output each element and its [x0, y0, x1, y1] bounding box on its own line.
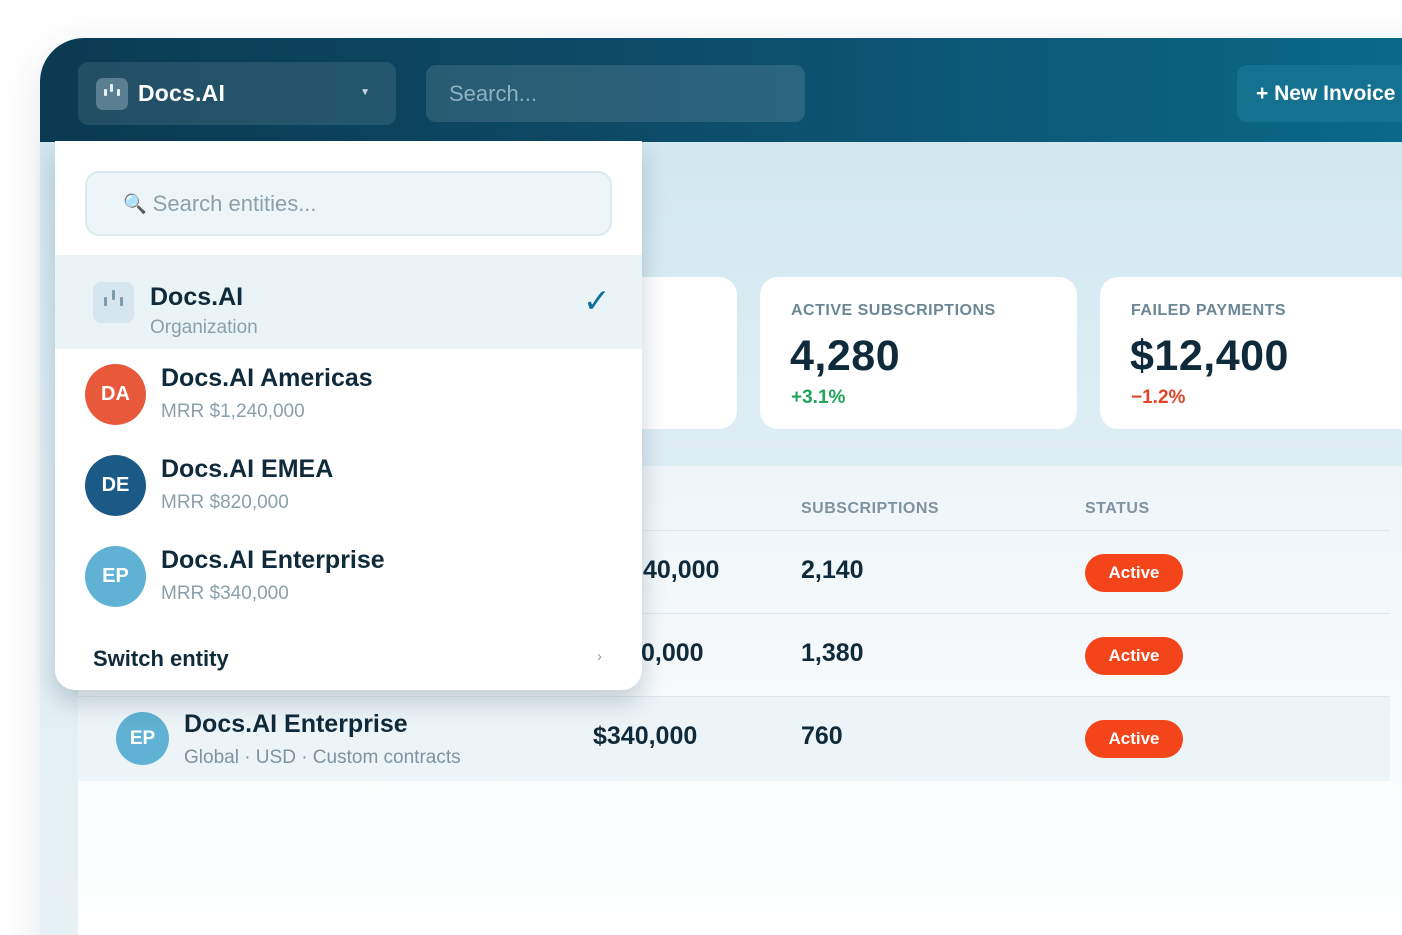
table-cell-subscriptions: 1,380	[801, 639, 864, 667]
entity-mrr: MRR $340,000	[161, 583, 289, 604]
entity-search: 🔍	[85, 171, 612, 236]
status-badge: Active	[1085, 554, 1183, 592]
table-cell-subscriptions: 760	[801, 722, 843, 750]
column-header-subscriptions: SUBSCRIPTIONS	[801, 500, 940, 517]
status-badge: Active	[1085, 720, 1183, 758]
table-cell-mrr: 0,000	[641, 639, 704, 667]
table-cell-details: Global · USD · Custom contracts	[184, 747, 461, 768]
check-icon: ✓	[583, 282, 611, 319]
metric-value: 4,280	[790, 332, 901, 380]
entity-option-selected[interactable]: Docs.AI Organization ✓	[55, 255, 642, 349]
avatar: EP	[85, 546, 146, 607]
avatar: DA	[85, 364, 146, 425]
avatar: EP	[116, 712, 169, 765]
chevron-down-icon: ▼	[360, 87, 370, 98]
entity-option-americas[interactable]: DA Docs.AI Americas MRR $1,240,000	[55, 350, 642, 441]
top-bar: Docs.AI ▼ + New Invoice	[40, 38, 1402, 142]
metric-delta: −1.2%	[1131, 387, 1186, 408]
new-invoice-button[interactable]: + New Invoice	[1237, 65, 1402, 122]
global-search	[426, 65, 805, 122]
table-cell-mrr: $340,000	[593, 722, 698, 750]
entity-name: Docs.AI EMEA	[161, 455, 334, 483]
entity-option-emea[interactable]: DE Docs.AI EMEA MRR $820,000	[55, 441, 642, 532]
metric-label: FAILED PAYMENTS	[1131, 302, 1287, 319]
metric-delta: +3.1%	[791, 387, 846, 408]
org-name: Docs.AI	[138, 80, 226, 106]
table-cell-subscriptions: 2,140	[801, 556, 864, 584]
table-row[interactable]: EP Docs.AI Enterprise Global · USD · Cus…	[78, 697, 1390, 781]
org-switcher-button[interactable]: Docs.AI ▼	[78, 62, 396, 125]
entity-name: Docs.AI	[150, 283, 244, 311]
avatar: DE	[85, 455, 146, 516]
table-cell-name: Docs.AI Enterprise	[184, 710, 408, 738]
global-search-input[interactable]	[449, 80, 805, 107]
metric-value: $12,400	[1130, 332, 1289, 380]
metric-label: ACTIVE SUBSCRIPTIONS	[791, 302, 996, 319]
chevron-right-icon: ›	[597, 648, 602, 665]
entity-option-enterprise[interactable]: EP Docs.AI Enterprise MRR $340,000	[55, 532, 642, 623]
status-badge: Active	[1085, 637, 1183, 675]
building-icon	[93, 282, 134, 323]
entity-search-input[interactable]	[152, 190, 593, 217]
switch-entity-label: Switch entity	[93, 646, 229, 671]
metric-card-failed-payments: FAILED PAYMENTS $12,400 −1.2%	[1100, 277, 1402, 429]
table-cell-mrr: 40,000	[643, 556, 720, 584]
metric-card-active-subscriptions: ACTIVE SUBSCRIPTIONS 4,280 +3.1%	[760, 277, 1077, 429]
building-icon	[96, 77, 128, 110]
entity-name: Docs.AI Enterprise	[161, 546, 385, 574]
entity-mrr: MRR $820,000	[161, 492, 289, 513]
entity-switcher-dropdown: 🔍 Docs.AI Organization ✓ DA Docs.AI Amer…	[55, 141, 642, 690]
search-icon: 🔍	[123, 193, 147, 215]
column-header-status: STATUS	[1085, 500, 1150, 517]
entity-type: Organization	[150, 317, 258, 338]
entity-mrr: MRR $1,240,000	[161, 401, 305, 422]
entity-name: Docs.AI Americas	[161, 364, 373, 392]
switch-entity-button[interactable]: Switch entity ›	[55, 634, 642, 684]
